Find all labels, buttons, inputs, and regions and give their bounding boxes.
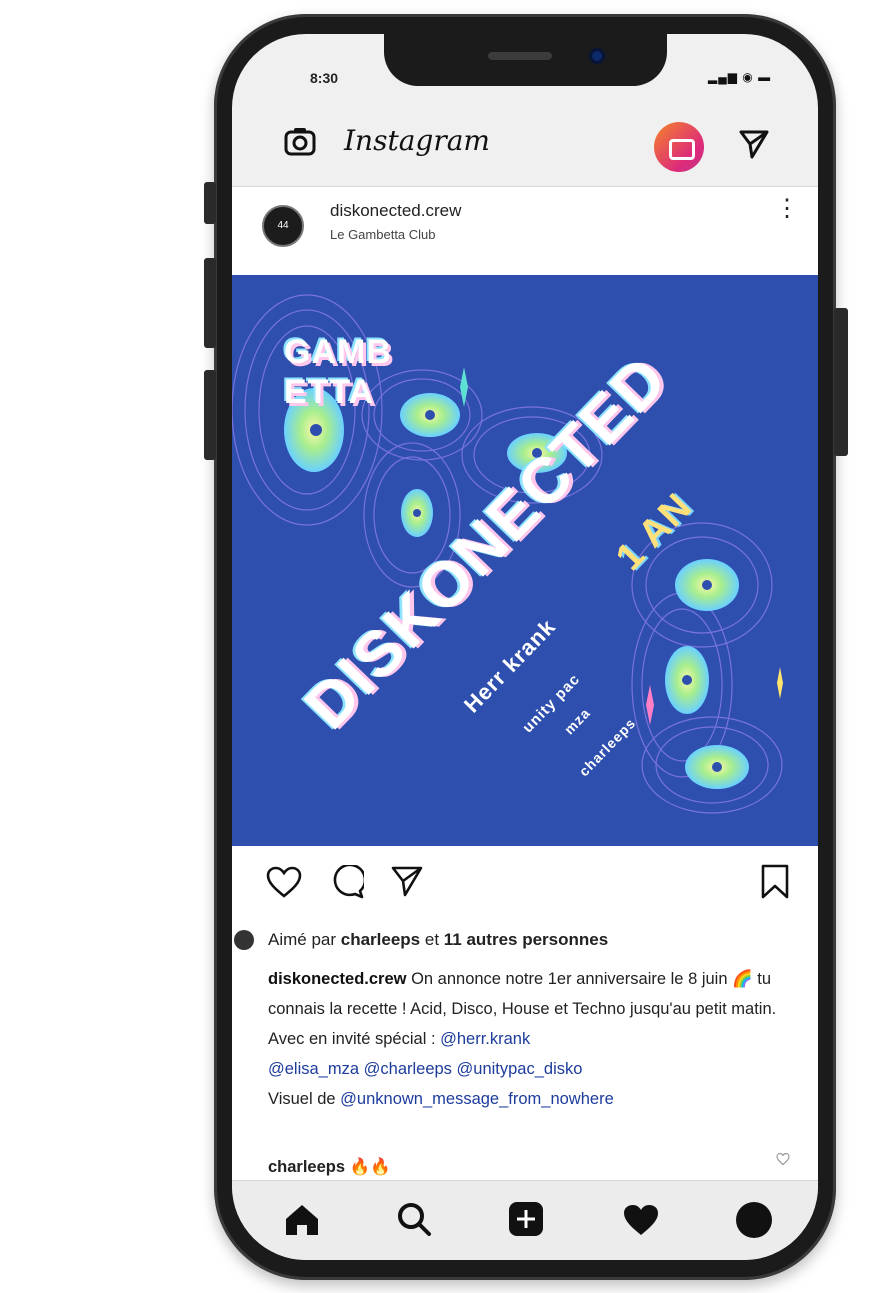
bottom-navigation — [232, 1180, 818, 1260]
comment-bubble-icon[interactable] — [330, 865, 364, 899]
comment-username[interactable]: charleeps — [268, 1158, 345, 1176]
likes-prefix: Aimé par — [268, 930, 341, 949]
direct-message-icon[interactable] — [738, 128, 770, 160]
igtv-icon[interactable] — [654, 122, 704, 172]
share-icon[interactable] — [390, 864, 424, 898]
comment: charleeps 🔥🔥 — [268, 1158, 391, 1177]
likes-summary[interactable]: Aimé par charleeps et 11 autres personne… — [234, 930, 608, 950]
post-caption-area: Aimé par charleeps et 11 autres personne… — [232, 918, 818, 1180]
camera-icon[interactable] — [284, 127, 316, 157]
comment-text: 🔥🔥 — [345, 1158, 391, 1176]
venue-line-2: ETTA — [284, 373, 375, 411]
heart-icon[interactable] — [266, 866, 302, 898]
comment-like-icon[interactable] — [776, 1152, 790, 1166]
speaker — [488, 52, 552, 60]
front-camera — [589, 48, 605, 64]
post-caption: diskonected.crew On annonce notre 1er an… — [268, 964, 788, 1114]
instagram-logo: Instagram — [344, 124, 490, 157]
status-time: 8:30 — [310, 70, 339, 86]
home-icon[interactable] — [284, 1203, 320, 1237]
activity-heart-icon[interactable] — [622, 1203, 660, 1237]
notch — [384, 34, 667, 86]
caption-username[interactable]: diskonected.crew — [268, 970, 406, 988]
bookmark-icon[interactable] — [760, 864, 790, 900]
post-actions — [232, 846, 818, 918]
phone-side-button — [204, 182, 216, 224]
caption-mention[interactable]: @charleeps — [364, 1060, 452, 1078]
post-header: 44 diskonected.crew Le Gambetta Club ⋮ — [232, 187, 818, 275]
more-options-icon[interactable]: ⋮ — [775, 197, 799, 229]
add-post-icon[interactable] — [508, 1201, 544, 1237]
venue-line-1: GAMB — [284, 333, 392, 371]
credit-mention[interactable]: @unknown_message_from_nowhere — [340, 1090, 614, 1108]
post-username[interactable]: diskonected.crew — [330, 201, 461, 221]
likes-middle: et — [420, 930, 444, 949]
likes-user[interactable]: charleeps — [341, 930, 420, 949]
search-icon[interactable] — [396, 1201, 432, 1237]
phone-power-button — [834, 308, 848, 456]
profile-icon[interactable] — [736, 1202, 772, 1238]
app-header: Instagram — [232, 110, 818, 187]
caption-mention[interactable]: @elisa_mza — [268, 1060, 359, 1078]
phone-side-button — [204, 370, 216, 460]
phone-side-button — [204, 258, 216, 348]
post-image[interactable]: GAMB ETTA DISKONECTED 1 AN Herr krank un… — [232, 275, 818, 846]
avatar[interactable]: 44 — [262, 205, 304, 247]
credit-prefix: Visuel de — [268, 1090, 341, 1108]
caption-mention[interactable]: @unitypac_disko — [457, 1060, 583, 1078]
caption-mention[interactable]: @herr.krank — [440, 1030, 530, 1048]
phone-screen: 8:30 ▂▄▆ ◉ ▬ Instagram 44 diskonected.cr… — [232, 34, 818, 1260]
status-icons: ▂▄▆ ◉ ▬ — [708, 70, 772, 84]
post-location[interactable]: Le Gambetta Club — [330, 227, 436, 242]
likes-others[interactable]: 11 autres personnes — [444, 930, 608, 949]
liker-avatar — [234, 930, 254, 950]
